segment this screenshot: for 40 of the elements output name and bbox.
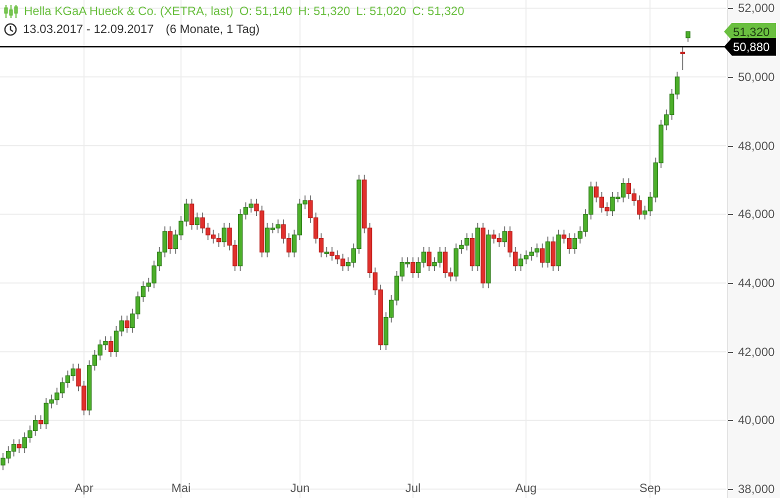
y-axis-label: 50,000 <box>738 68 775 85</box>
candlestick <box>194 212 200 230</box>
quote-value: L: 51,020 <box>356 4 406 19</box>
candlestick <box>324 246 329 258</box>
y-axis-label: 40,000 <box>738 412 775 428</box>
quote-value: H: 51,320 <box>298 4 350 19</box>
candlestick-icon <box>4 5 18 18</box>
x-axis-label: Sep <box>639 480 661 496</box>
candlestick <box>686 31 690 42</box>
candlestick <box>124 315 130 334</box>
quote-value: C: 51,320 <box>412 4 464 19</box>
quote-value: O: 51,140 <box>239 4 292 19</box>
y-axis-label: 42,000 <box>738 344 775 360</box>
y-axis-label: 52,000 <box>738 0 775 16</box>
x-axis-label: Jul <box>405 480 421 496</box>
candlestick <box>426 246 432 272</box>
y-axis-label: 44,000 <box>738 275 775 291</box>
candlestick <box>222 222 226 248</box>
candlestick <box>502 226 507 248</box>
candlestick <box>16 438 22 454</box>
x-axis-label: Apr <box>74 480 94 496</box>
x-axis-label: Jun <box>290 480 310 496</box>
y-axis-label: 48,000 <box>738 138 775 154</box>
x-axis-label: Mai <box>171 480 191 496</box>
instrument-title: Hella KGaA Hueck & Co. (XETRA, last) <box>24 4 234 19</box>
period-text: (6 Monate, 1 Tag) <box>166 22 260 37</box>
candlestick <box>108 336 114 358</box>
candlestick <box>168 226 173 254</box>
candlestick <box>410 256 416 278</box>
candlestick <box>38 414 44 430</box>
x-axis-label: Aug <box>515 480 537 496</box>
clock-icon <box>4 23 17 36</box>
date-range: 13.03.2017 - 12.09.2017 <box>23 22 154 37</box>
candlestick <box>540 243 545 268</box>
candlestick <box>545 236 550 268</box>
y-axis-label: 46,000 <box>738 206 775 222</box>
candlestick <box>189 198 194 230</box>
y-axis-label: 38,000 <box>738 481 775 498</box>
price-tag: 50,880 <box>724 38 776 56</box>
candlestick <box>680 46 685 71</box>
